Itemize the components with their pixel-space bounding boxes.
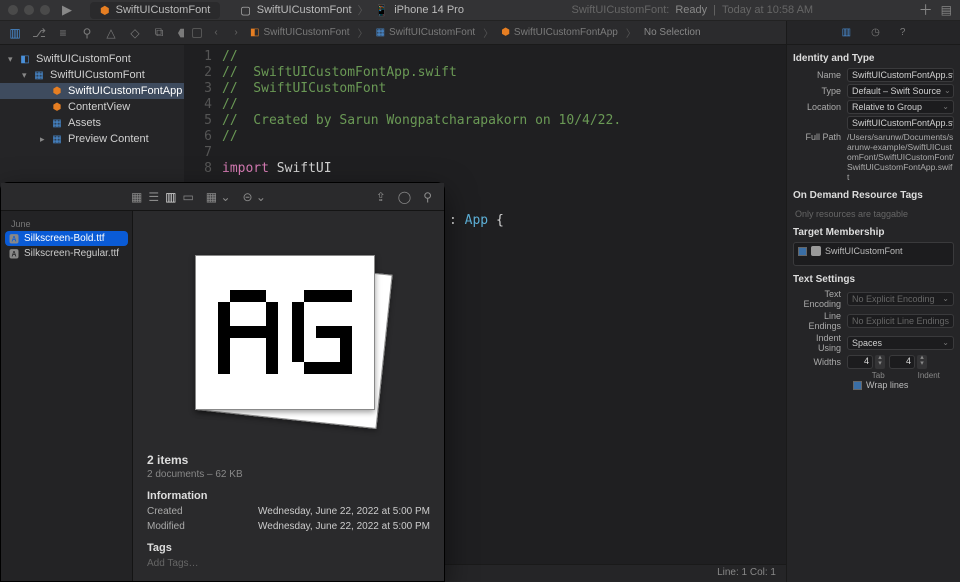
tab-width-input[interactable]: 4 (847, 355, 873, 369)
jump-bar[interactable]: ‹ › ◧SwiftUICustomFont 〉 ▦SwiftUICustomF… (184, 21, 786, 45)
column-view-icon[interactable]: ▥ (165, 190, 176, 204)
selection-count: 2 items (147, 453, 430, 467)
source-control-icon[interactable]: ⎇ (32, 26, 46, 40)
project-nav-icon[interactable]: ▥ (8, 26, 22, 40)
finder-file-row[interactable]: 🅰Silkscreen-Bold.ttf (5, 231, 128, 246)
target-checkbox[interactable] (798, 247, 807, 256)
project-root[interactable]: ▾◧ SwiftUICustomFont (0, 51, 184, 67)
find-nav-icon[interactable]: ⚲ (80, 26, 94, 40)
search-icon[interactable]: ⚲ (423, 190, 432, 204)
zoom-icon[interactable] (40, 5, 50, 15)
history-inspector-icon[interactable]: ◷ (871, 27, 880, 38)
gallery-view-icon[interactable]: ▭ (182, 190, 193, 204)
encoding-select[interactable]: No Explicit Encoding⌄ (847, 292, 954, 306)
tags-icon[interactable]: ◯ (398, 190, 411, 204)
navigator-item[interactable]: ▦Assets (0, 115, 184, 131)
letter-g-glyph (292, 290, 352, 374)
type-select[interactable]: Default – Swift Source⌄ (847, 84, 954, 98)
inspector-tabs: ▥ ◷ ? (787, 21, 960, 45)
activity-status: SwiftUICustomFont: Ready | Today at 10:5… (474, 4, 911, 16)
navigator-item[interactable]: ⬢SwiftUICustomFontApp (0, 83, 184, 99)
run-button[interactable]: ▶ (62, 2, 72, 18)
window-titlebar: ▶ ⬢ SwiftUICustomFont ▢ SwiftUICustomFon… (0, 0, 960, 21)
debug-nav-icon[interactable]: ⧉ (152, 25, 166, 40)
issue-nav-icon[interactable]: △ (104, 26, 118, 40)
scheme-selector[interactable]: ⬢ SwiftUICustomFont (90, 2, 220, 19)
stepper-icon[interactable]: ▴▾ (875, 355, 885, 369)
navigator-item[interactable]: ▸▦Preview Content (0, 131, 184, 147)
library-icon[interactable]: ▤ (941, 3, 952, 17)
letter-a-glyph (218, 290, 278, 374)
preview-thumbnail (189, 251, 389, 426)
add-tab-button[interactable]: ＋ (919, 0, 933, 20)
share-icon[interactable]: ⇪ (376, 190, 386, 204)
help-inspector-icon[interactable]: ? (900, 27, 906, 38)
identity-heading: Identity and Type (793, 53, 954, 64)
related-items-icon[interactable] (192, 28, 202, 38)
forward-icon[interactable]: › (230, 27, 242, 38)
finder-column: June 🅰Silkscreen-Bold.ttf🅰Silkscreen-Reg… (1, 211, 133, 581)
location-file[interactable]: SwiftUICustomFontApp.swift▸ (847, 116, 954, 130)
lineend-select[interactable]: No Explicit Line Endings⌄ (847, 314, 954, 328)
file-inspector-icon[interactable]: ▥ (842, 27, 851, 38)
wrap-lines-checkbox[interactable] (853, 381, 862, 390)
finder-preview-column: 2 items 2 documents – 62 KB Information … (133, 211, 444, 581)
name-field[interactable]: SwiftUICustomFontApp.swift (847, 68, 954, 82)
indent-select[interactable]: Spaces⌄ (847, 336, 954, 350)
action-icon[interactable]: ⊝ ⌄ (243, 190, 266, 204)
list-view-icon[interactable]: ☰ (148, 190, 159, 204)
app-icon (811, 246, 821, 256)
symbol-nav-icon[interactable]: ≡ (56, 26, 70, 40)
full-path: /Users/sarunw/Documents/sarunw-example/S… (847, 132, 954, 182)
swift-icon: ⬢ (100, 4, 110, 17)
indent-width-input[interactable]: 4 (889, 355, 915, 369)
test-nav-icon[interactable]: ◇ (128, 26, 142, 40)
group-icon[interactable]: ▦ ⌄ (206, 190, 231, 204)
finder-toolbar: ▦ ☰ ▥ ▭ ▦ ⌄ ⊝ ⌄ ⇪ ◯ ⚲ (1, 183, 444, 211)
finder-file-row[interactable]: 🅰Silkscreen-Regular.ttf (1, 246, 132, 261)
navigator-item[interactable]: ⬢ContentView (0, 99, 184, 115)
font-file-icon: 🅰 (9, 246, 19, 261)
tags-input[interactable]: Add Tags… (147, 558, 430, 569)
icon-view-icon[interactable]: ▦ (131, 190, 142, 204)
ondemand-placeholder: Only resources are taggable (793, 205, 954, 223)
phone-icon: 📱 (375, 4, 389, 17)
back-icon[interactable]: ‹ (210, 27, 222, 38)
font-file-icon: 🅰 (9, 231, 19, 246)
inspector-panel: ▥ ◷ ? Identity and Type Name SwiftUICust… (786, 21, 960, 582)
finder-window[interactable]: ▦ ☰ ▥ ▭ ▦ ⌄ ⊝ ⌄ ⇪ ◯ ⚲ June 🅰Silkscreen-B… (0, 182, 445, 582)
close-icon[interactable] (8, 5, 18, 15)
traffic-lights (8, 5, 50, 15)
group-folder[interactable]: ▾▦ SwiftUICustomFont (0, 67, 184, 83)
run-destination[interactable]: ▢ SwiftUICustomFont 〉 📱 iPhone 14 Pro (230, 0, 474, 20)
minimize-icon[interactable] (24, 5, 34, 15)
scheme-label: SwiftUICustomFont (116, 4, 211, 16)
device-icon: ▢ (240, 4, 250, 17)
target-membership-box[interactable]: SwiftUICustomFont (793, 242, 954, 266)
location-select[interactable]: Relative to Group⌄ (847, 100, 954, 114)
stepper-icon[interactable]: ▴▾ (917, 355, 927, 369)
